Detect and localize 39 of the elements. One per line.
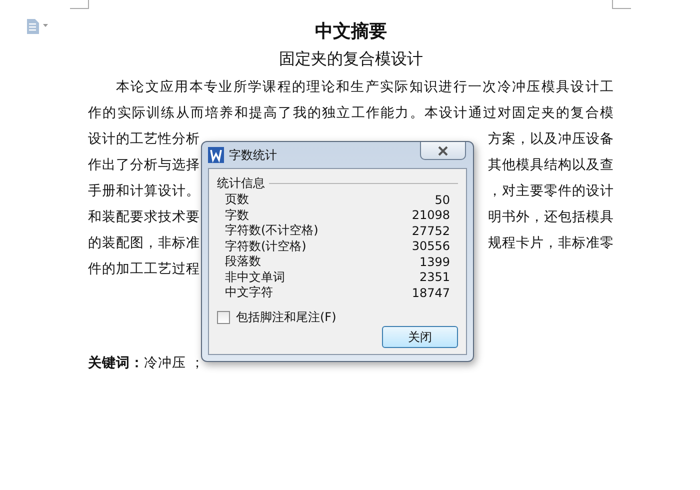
stat-value: 50 [434, 192, 450, 207]
body-text-line: 本论文应用本专业所学课程的理论和生产实际知识进行一次冷冲压模具设计工 [116, 78, 614, 96]
stat-value: 30556 [412, 239, 450, 254]
close-dialog-button[interactable]: 关闭 [382, 326, 458, 348]
stat-value: 27752 [412, 224, 450, 238]
body-text-line: 作的实际训练从而培养和提高了我的独立工作能力。本设计通过对固定夹的复合模 [88, 104, 614, 122]
checkbox[interactable] [217, 310, 230, 324]
stat-label: 字符数(不计空格) [225, 222, 318, 240]
stat-label: 段落数 [225, 253, 261, 270]
body-text-line: 的装配图，非标准 [88, 234, 200, 252]
subheading: 固定夹的复合模设计 [279, 48, 423, 70]
app-logo-icon [208, 147, 224, 163]
keywords-text: 关键词：冷冲压 ； [88, 354, 206, 372]
stat-value: 21098 [412, 208, 450, 222]
stat-label: 中文字符 [225, 284, 273, 302]
close-button[interactable] [420, 142, 466, 160]
body-text-line: 手册和计算设计。 [88, 182, 200, 200]
checkbox-label[interactable]: 包括脚注和尾注(F) [236, 308, 336, 326]
stat-value: 2351 [419, 270, 450, 284]
stat-label: 非中文单词 [225, 268, 285, 286]
dialog-title: 字数统计 [229, 146, 277, 164]
body-text-line: 规程卡片，非标准零 [488, 234, 614, 252]
stat-label: 页数 [225, 191, 249, 208]
stat-label: 字数 [225, 206, 249, 224]
body-text-line: 明书外，还包括模具 [488, 208, 614, 226]
body-text-line: 和装配要求技术要 [88, 208, 200, 226]
body-text-line: 方案，以及冲压设备 [488, 130, 614, 148]
stat-value: 18747 [412, 286, 450, 300]
body-text-line: 作出了分析与选择 [88, 156, 200, 174]
body-text-line: ，对主要零件的设计 [488, 182, 614, 200]
body-text-line: 其他模具结构以及查 [488, 156, 614, 174]
heading: 中文摘要 [315, 20, 387, 44]
document-icon[interactable] [26, 18, 50, 34]
body-text-line: 件的加工工艺过程 [88, 260, 200, 278]
stat-value: 1399 [419, 254, 450, 269]
close-icon [437, 146, 449, 156]
body-text-line: 设计的工艺性分析 [88, 130, 200, 148]
stat-label: 字符数(计空格) [225, 238, 306, 255]
group-title: 统计信息 [217, 175, 265, 192]
